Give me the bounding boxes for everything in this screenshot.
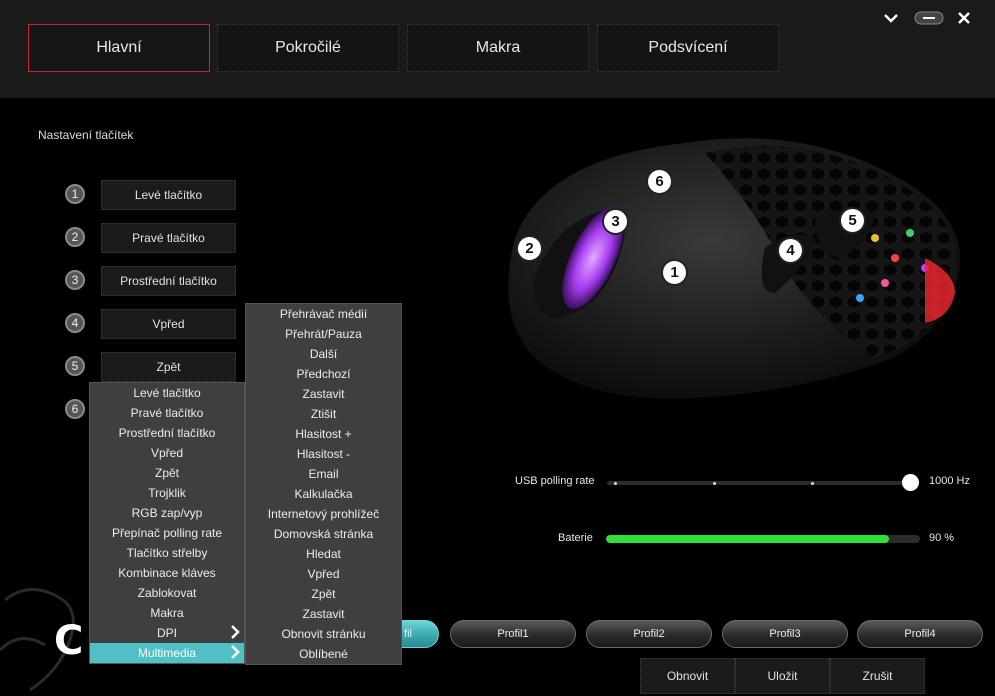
menu-item-right-click[interactable]: Pravé tlačítko [90,403,244,423]
menu-item-forward[interactable]: Vpřed [90,443,244,463]
mouse-image: 1 2 3 4 5 6 [485,118,970,408]
brand-logo: C [54,618,84,664]
menu-item-dpi-label: DPI [156,626,177,640]
mouse-badge-5: 5 [839,207,866,234]
button-3-assignment[interactable]: Prostřední tlačítko [101,266,236,296]
chevron-right-icon [230,625,240,642]
tab-hlavni[interactable]: Hlavní [28,24,210,72]
submenu-item-0[interactable]: Přehrávač médií [246,304,401,324]
slider-tick [713,482,716,485]
menu-item-back[interactable]: Zpět [90,463,244,483]
battery-bar [606,535,920,543]
profile-4-button[interactable]: Profil4 [857,620,983,648]
submenu-item-1[interactable]: Přehrát/Pauza [246,324,401,344]
menu-item-multimedia[interactable]: Multimedia [90,643,244,663]
menu-item-multimedia-label: Multimedia [137,646,197,660]
submenu-item-12[interactable]: Hledat [246,544,401,564]
submenu-item-6[interactable]: Hlasitost + [246,424,401,444]
battery-value: 90 % [929,532,955,544]
profile-2-button[interactable]: Profil2 [586,620,712,648]
battery-label: Baterie [558,532,593,544]
menu-item-macros[interactable]: Makra [90,603,244,623]
button-number-4: 4 [65,313,85,333]
profile-0-label: fil [404,628,412,640]
menu-item-disable[interactable]: Zablokovat [90,583,244,603]
menu-item-dpi[interactable]: DPI [90,623,244,643]
submenu-item-10[interactable]: Internetový prohlížeč [246,504,401,524]
save-button[interactable]: Uložit [735,658,830,694]
submenu-item-7[interactable]: Hlasitost - [246,444,401,464]
section-title: Nastavení tlačítek [38,128,134,142]
profile-3-button[interactable]: Profil3 [722,620,848,648]
submenu-item-17[interactable]: Oblíbené [246,644,401,664]
chevron-down-icon[interactable] [877,9,905,27]
battery-fill [606,535,889,543]
button-number-3: 3 [65,270,85,290]
submenu-item-9[interactable]: Kalkulačka [246,484,401,504]
polling-slider-thumb[interactable] [902,474,919,491]
button-number-1: 1 [65,184,85,204]
menu-item-triple-click[interactable]: Trojklik [90,483,244,503]
close-icon[interactable] [952,9,976,27]
slider-tick [614,482,617,485]
submenu-item-2[interactable]: Další [246,344,401,364]
button-number-5: 5 [65,356,85,376]
menu-item-rgb-toggle[interactable]: RGB zap/vyp [90,503,244,523]
submenu-item-13[interactable]: Vpřed [246,564,401,584]
mouse-badge-3: 3 [602,208,629,235]
submenu-item-8[interactable]: Email [246,464,401,484]
menu-item-middle-click[interactable]: Prostřední tlačítko [90,423,244,443]
menu-item-left-click[interactable]: Levé tlačítko [90,383,244,403]
button-2-assignment[interactable]: Pravé tlačítko [101,223,236,253]
top-bar: Hlavní Pokročilé Makra Podsvícení [0,0,995,98]
submenu-item-15[interactable]: Zastavit [246,604,401,624]
submenu-item-3[interactable]: Předchozí [246,364,401,384]
mouse-badge-4: 4 [777,237,804,264]
submenu-item-5[interactable]: Ztišit [246,404,401,424]
tab-pokrocile[interactable]: Pokročilé [217,24,399,72]
submenu-item-11[interactable]: Domovská stránka [246,524,401,544]
submenu-item-4[interactable]: Zastavit [246,384,401,404]
tab-podsviceni[interactable]: Podsvícení [597,24,779,72]
profile-1-button[interactable]: Profil1 [450,620,576,648]
menu-item-fire-button[interactable]: Tlačítko střelby [90,543,244,563]
menu-item-polling-switch[interactable]: Přepínač polling rate [90,523,244,543]
mouse-badge-6: 6 [646,168,673,195]
menu-item-key-combination[interactable]: Kombinace kláves [90,563,244,583]
submenu-item-14[interactable]: Zpět [246,584,401,604]
button-4-assignment[interactable]: Vpřed [101,309,236,339]
button-number-6: 6 [65,399,85,419]
button-1-assignment[interactable]: Levé tlačítko [101,180,236,210]
tab-makra[interactable]: Makra [407,24,589,72]
submenu-item-16[interactable]: Obnovit stránku [246,624,401,644]
mouse-badge-2: 2 [516,235,543,262]
chevron-right-icon [230,645,240,662]
button-5-assignment[interactable]: Zpět [101,352,236,382]
cancel-button[interactable]: Zrušit [830,658,925,694]
button-number-2: 2 [65,227,85,247]
minimize-icon[interactable] [913,9,945,27]
assignment-dropdown-menu: Levé tlačítko Pravé tlačítko Prostřední … [89,382,245,664]
polling-label: USB polling rate [515,475,595,487]
restore-button[interactable]: Obnovit [640,658,735,694]
polling-slider[interactable] [607,481,912,485]
polling-value: 1000 Hz [929,475,970,487]
multimedia-submenu: Přehrávač médií Přehrát/Pauza Další Předcho… [245,303,402,665]
slider-tick [811,482,814,485]
mouse-badge-1: 1 [661,259,688,286]
